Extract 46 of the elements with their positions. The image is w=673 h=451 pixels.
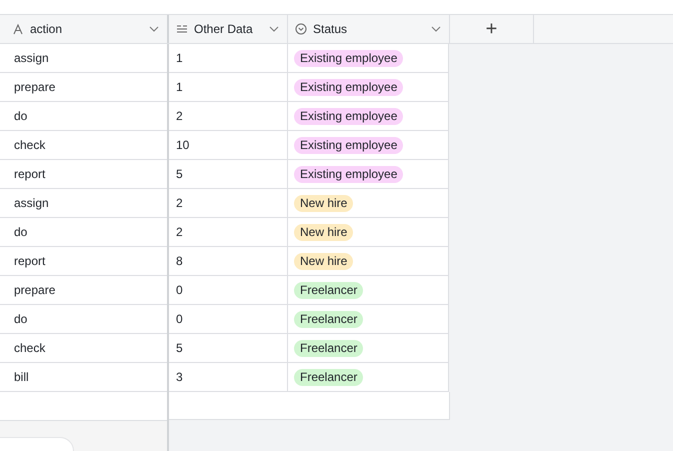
- table-cell: 5: [176, 341, 183, 355]
- table-cell: 1: [176, 80, 183, 94]
- status-tag: Freelancer: [294, 340, 364, 356]
- column-title: Other Data: [194, 22, 254, 36]
- status-tag: Existing employee: [294, 78, 404, 96]
- status-tag: Existing employee: [294, 50, 404, 66]
- table-cell: check: [14, 138, 46, 152]
- table-cell: 2: [176, 225, 183, 239]
- table-cell: check: [14, 341, 46, 355]
- text-field-icon: [12, 23, 24, 35]
- table-cell: 2: [176, 109, 183, 123]
- column-header[interactable]: Other Data: [169, 15, 288, 43]
- table-cell: do: [14, 225, 28, 239]
- chevron-down-icon[interactable]: [431, 26, 441, 32]
- table-cell: assign: [14, 51, 49, 65]
- table-cell: 10: [176, 138, 190, 152]
- column-title: Status: [313, 22, 348, 36]
- chevron-down-icon[interactable]: [149, 26, 159, 32]
- lines-icon: [176, 23, 188, 35]
- chevron-down-icon[interactable]: [269, 26, 279, 32]
- table-cell: do: [14, 312, 28, 326]
- table-cell: report: [14, 167, 46, 181]
- dropdown-circle-icon: [295, 23, 307, 35]
- column-title: action: [30, 22, 64, 36]
- table-cell: bill: [14, 370, 29, 384]
- table-cell: prepare: [14, 283, 56, 297]
- table-cell: assign: [14, 196, 49, 210]
- table-cell: 0: [176, 283, 183, 297]
- table-cell: 2: [176, 196, 183, 210]
- status-tag: Freelancer: [294, 282, 364, 298]
- status-tag: Existing employee: [294, 108, 404, 124]
- status-tag: New hire: [294, 194, 354, 212]
- status-tag: Existing employee: [294, 136, 404, 154]
- table-cell: prepare: [14, 80, 56, 94]
- table-cell: 8: [176, 254, 183, 268]
- table-cell: 0: [176, 312, 183, 326]
- status-tag: Freelancer: [294, 310, 364, 328]
- status-tag: Freelancer: [294, 368, 364, 386]
- status-tag: Existing employee: [294, 166, 404, 182]
- table-cell: 3: [176, 370, 183, 384]
- status-tag: New hire: [294, 252, 354, 270]
- table-cell: report: [14, 254, 46, 268]
- table-cell: 5: [176, 167, 183, 181]
- table-cell: 1: [176, 51, 183, 65]
- table-cell: do: [14, 109, 28, 123]
- status-tag: New hire: [294, 224, 354, 240]
